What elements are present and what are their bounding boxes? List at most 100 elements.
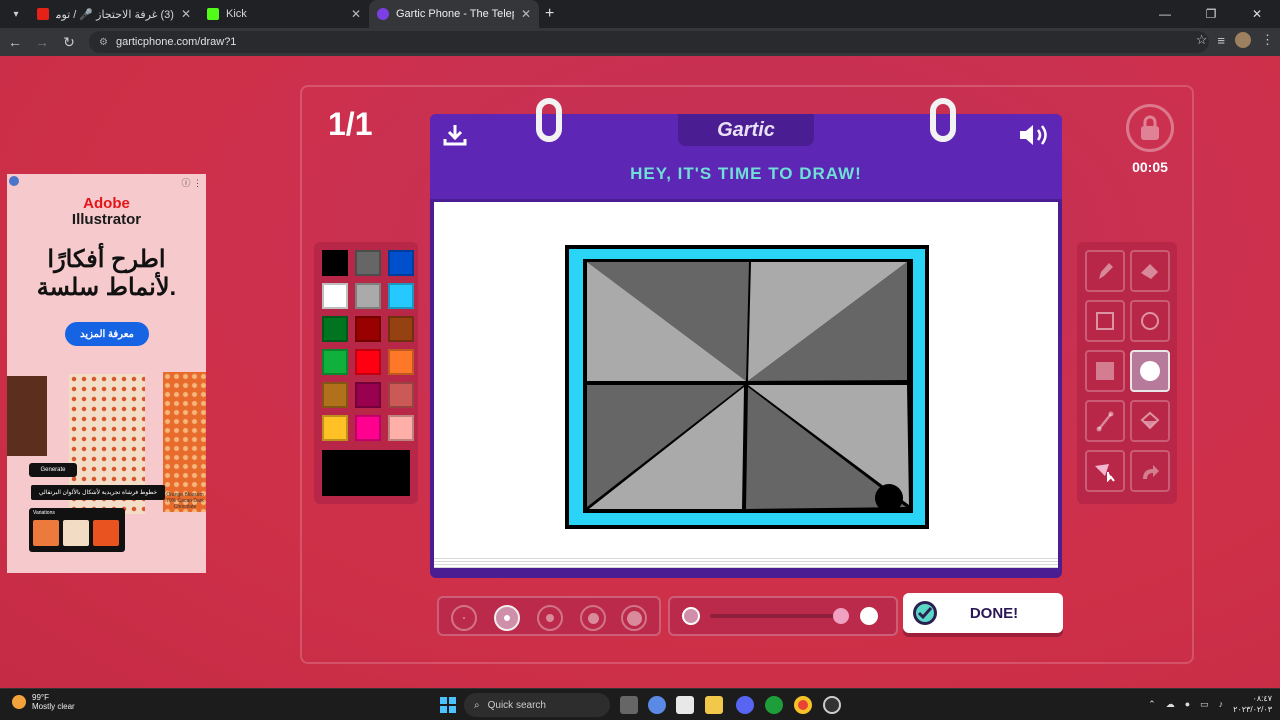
color-swatch[interactable] [355,415,381,441]
done-button[interactable]: DONE! [903,593,1063,633]
cloud-icon[interactable]: ☁ [1166,699,1175,710]
color-swatch[interactable] [388,283,414,309]
color-palette [314,242,418,504]
menu-icon[interactable]: ⋮ [1261,32,1274,48]
ad-brand-line1: Adobe [83,195,130,212]
maximize-icon[interactable]: ❐ [1188,0,1234,28]
copilot-icon[interactable] [648,696,666,714]
color-swatch[interactable] [388,415,414,441]
network-icon[interactable]: ▭ [1200,699,1209,710]
profile-avatar[interactable] [1235,32,1251,48]
site-info-icon[interactable]: ⚙ [99,37,108,48]
close-icon[interactable]: ✕ [181,7,191,21]
color-swatch[interactable] [388,316,414,342]
color-swatch[interactable] [322,283,348,309]
file-explorer-icon[interactable] [705,696,723,714]
ad-close-icon[interactable]: ⓘ ⋮ [181,176,202,189]
ad-cta-button[interactable]: معرفة المزيد [65,322,149,346]
drawing-canvas[interactable] [434,202,1058,556]
size-option-5[interactable] [621,605,647,631]
chevron-up-icon[interactable]: ⌃ [1148,699,1156,710]
circle-filled-icon [1140,361,1160,381]
lock-button[interactable] [1126,104,1174,152]
size-option-1[interactable] [451,605,477,631]
download-button[interactable] [442,122,468,148]
close-icon[interactable]: ✕ [521,7,531,21]
new-tab-button[interactable]: + [545,5,554,23]
ellipse-tool[interactable] [1130,300,1170,342]
address-actions: ☆ ≡ ⋮ [1196,32,1274,48]
ad-headline: اطرح أفكارًا لأنماط سلسة. [7,246,206,302]
color-swatch[interactable] [322,349,348,375]
current-color [322,450,410,496]
size-option-4[interactable] [580,605,606,631]
line-tool[interactable] [1085,400,1125,442]
bookmark-star-icon[interactable]: ☆ [1196,32,1208,48]
color-swatch[interactable] [355,349,381,375]
undo-button[interactable] [1085,450,1125,492]
tab-youtube[interactable]: (3) غرفة الاحتجاز 🎤 / توميتك ✕ [29,0,199,28]
color-swatch[interactable] [322,250,348,276]
tab-title: Gartic Phone - The Telephone G [396,8,514,20]
filled-ellipse-tool[interactable] [1130,350,1170,392]
ad-prompt-text: خطوط فرشاة تجريدية لأشكال بالألوان البرت… [31,485,165,500]
pen-tool[interactable] [1085,250,1125,292]
chrome-icon[interactable] [794,696,812,714]
filled-rectangle-tool[interactable] [1085,350,1125,392]
color-swatch[interactable] [355,316,381,342]
taskbar-search[interactable]: ⌕ Quick search [464,693,610,717]
discord-icon[interactable] [736,696,754,714]
gartic-icon [377,8,389,20]
redo-button[interactable] [1130,450,1170,492]
rectangle-tool[interactable] [1085,300,1125,342]
color-swatch[interactable] [355,250,381,276]
xbox-icon[interactable] [765,696,783,714]
reload-icon[interactable]: ↻ [57,30,81,54]
size-option-2[interactable] [494,605,520,631]
mic-icon[interactable]: ● [1185,699,1190,709]
forward-icon[interactable]: → [30,30,54,54]
tab-search-icon[interactable]: ▾ [3,4,29,24]
variation-thumb [63,520,89,546]
ad-variations-label: Variations [33,510,55,516]
ad-info-icon[interactable] [9,176,19,186]
ad-brand-line2: Illustrator [71,211,142,228]
opacity-slider[interactable] [668,596,898,636]
task-view-icon[interactable] [620,696,638,714]
tab-gartic[interactable]: Gartic Phone - The Telephone G ✕ [369,0,539,28]
store-icon[interactable] [676,696,694,714]
advertisement[interactable]: ⓘ ⋮ Adobe Illustrator اطرح أفكارًا لأنما… [7,174,206,573]
media-icon[interactable]: ≡ [1217,33,1225,48]
weather-widget[interactable]: 99°F Mostly clear [12,693,75,711]
eraser-tool[interactable] [1130,250,1170,292]
slider-handle[interactable] [833,608,849,624]
obs-icon[interactable] [823,696,841,714]
color-swatch[interactable] [388,250,414,276]
color-swatch[interactable] [322,382,348,408]
address-bar: ← → ↻ ⚙ garticphone.com/draw?1 ☆ ≡ ⋮ [0,28,1280,56]
tool-panel [1077,242,1177,504]
color-swatch[interactable] [388,382,414,408]
url-input[interactable]: ⚙ garticphone.com/draw?1 [89,31,1209,53]
color-swatch[interactable] [322,316,348,342]
fill-tool[interactable] [1130,400,1170,442]
close-window-icon[interactable]: ✕ [1234,0,1280,28]
tab-kick[interactable]: Kick ✕ [199,0,369,28]
volume-icon[interactable]: ♪ [1219,699,1224,709]
undo-icon [1095,464,1115,482]
minimize-icon[interactable]: — [1142,0,1188,28]
color-swatch[interactable] [388,349,414,375]
color-swatch[interactable] [355,382,381,408]
color-swatch[interactable] [355,283,381,309]
ad-generate-button: Generate [29,463,77,477]
clock[interactable]: ٠٨:٤٧ ٢٠٢٣/٠٢/٠٣ [1233,693,1272,715]
back-icon[interactable]: ← [3,30,27,54]
timer: 00:05 [1132,159,1168,175]
sound-button[interactable] [1018,122,1052,148]
ad-headline-line2: لأنماط سلسة. [36,274,177,301]
size-option-3[interactable] [537,605,563,631]
color-swatch[interactable] [322,415,348,441]
round-counter: 1/1 [328,106,373,142]
windows-start-icon[interactable] [440,697,456,713]
close-icon[interactable]: ✕ [351,7,361,21]
